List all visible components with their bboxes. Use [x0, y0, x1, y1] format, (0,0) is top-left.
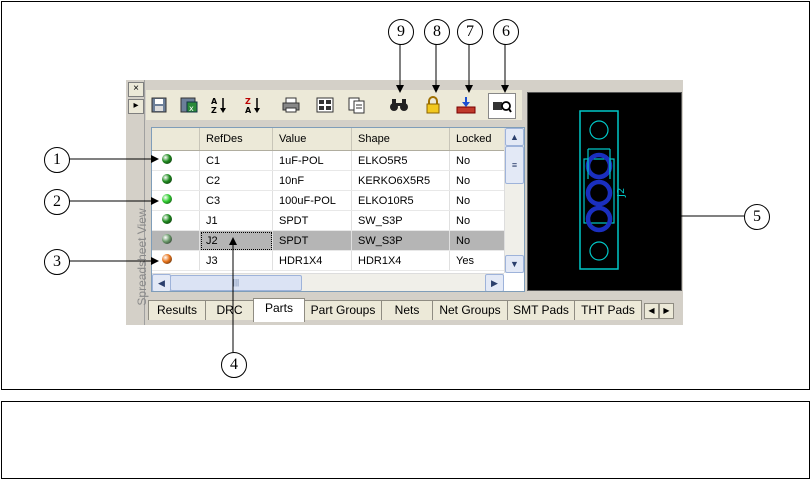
callout-6: 6 — [493, 19, 519, 45]
callout-2: 2 — [44, 189, 70, 215]
callout-7: 7 — [457, 19, 483, 45]
callout-4: 4 — [221, 352, 247, 378]
callout-arrows — [68, 44, 744, 352]
callout-5: 5 — [744, 204, 770, 230]
callout-3: 3 — [44, 249, 70, 275]
callout-9: 9 — [388, 19, 414, 45]
callout-8: 8 — [424, 19, 450, 45]
callout-1: 1 — [44, 147, 70, 173]
